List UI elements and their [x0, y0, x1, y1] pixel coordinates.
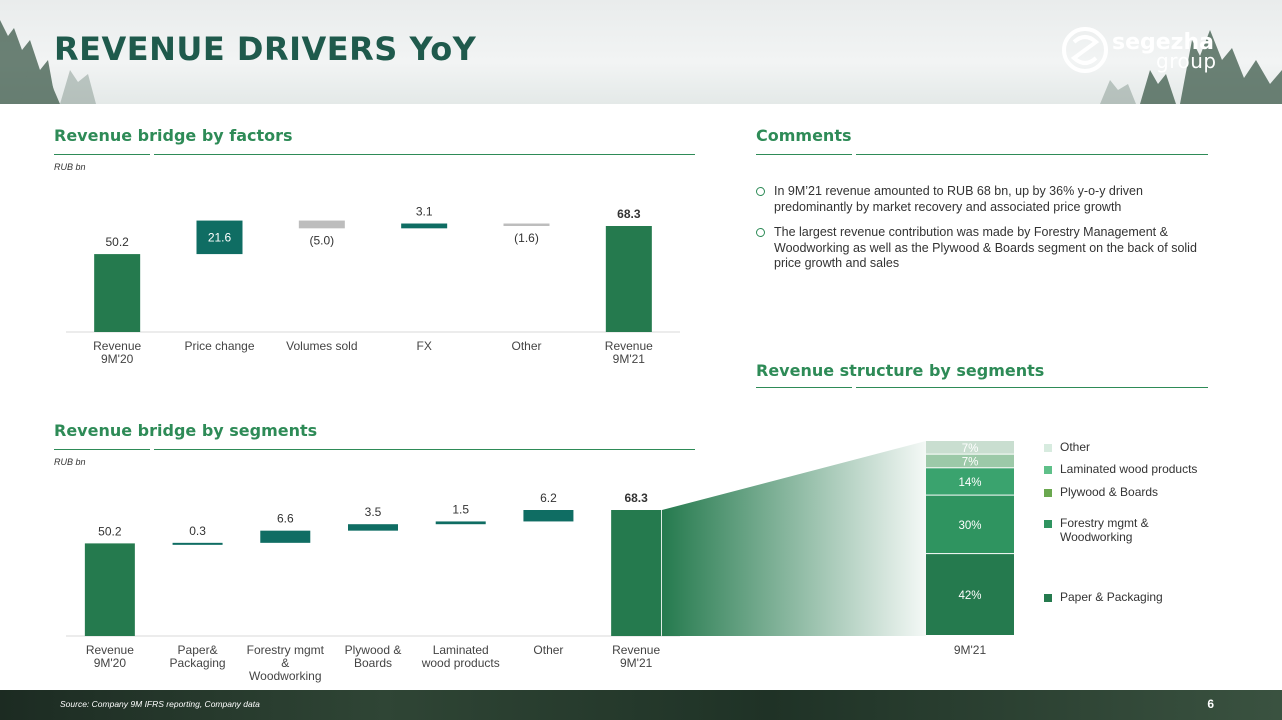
- footer-banner: Source: Company 9M IFRS reporting, Compa…: [0, 690, 1282, 720]
- page-number: 6: [1207, 697, 1214, 711]
- legend-label: Forestry mgmt & Woodworking: [1060, 516, 1149, 544]
- segment-label-3: 7%: [962, 456, 979, 468]
- source-note: Source: Company 9M IFRS reporting, Compa…: [60, 699, 260, 709]
- comment-text: In 9M’21 revenue amounted to RUB 68 bn, …: [774, 184, 1143, 214]
- segment-label-1: 30%: [958, 520, 981, 532]
- legend-item: Other: [1044, 440, 1210, 454]
- segment-label-4: 7%: [962, 443, 979, 455]
- bullet-circle-icon: [756, 187, 765, 196]
- legend-label: Paper & Packaging: [1060, 590, 1163, 604]
- legend-swatch: [1044, 594, 1052, 602]
- comments-list: In 9M’21 revenue amounted to RUB 68 bn, …: [756, 184, 1208, 282]
- comment-item: The largest revenue contribution was mad…: [756, 225, 1208, 272]
- structure-stacked-chart: 42% 30% 14% 7%7% 9M'21: [662, 441, 1014, 657]
- legend-item: Laminated wood products: [1044, 462, 1210, 476]
- legend-label: Other: [1060, 440, 1091, 454]
- segment-label-2: 14%: [958, 477, 981, 489]
- funnel-connector: [662, 441, 926, 636]
- legend-swatch: [1044, 444, 1052, 452]
- legend-swatch: [1044, 489, 1052, 497]
- legend-label: Plywood & Boards: [1060, 485, 1159, 499]
- structure-category-label: 9M'21: [954, 643, 987, 657]
- legend-swatch: [1044, 520, 1052, 528]
- legend-item: Paper & Packaging: [1044, 590, 1210, 604]
- comment-item: In 9M’21 revenue amounted to RUB 68 bn, …: [756, 184, 1208, 215]
- bullet-circle-icon: [756, 228, 765, 237]
- legend-item: Forestry mgmt & Woodworking: [1044, 516, 1210, 544]
- legend-label: Laminated wood products: [1060, 462, 1198, 476]
- segment-label-0: 42%: [958, 590, 981, 602]
- comment-text: The largest revenue contribution was mad…: [774, 225, 1197, 270]
- legend-item: Plywood & Boards: [1044, 485, 1210, 499]
- legend-swatch: [1044, 466, 1052, 474]
